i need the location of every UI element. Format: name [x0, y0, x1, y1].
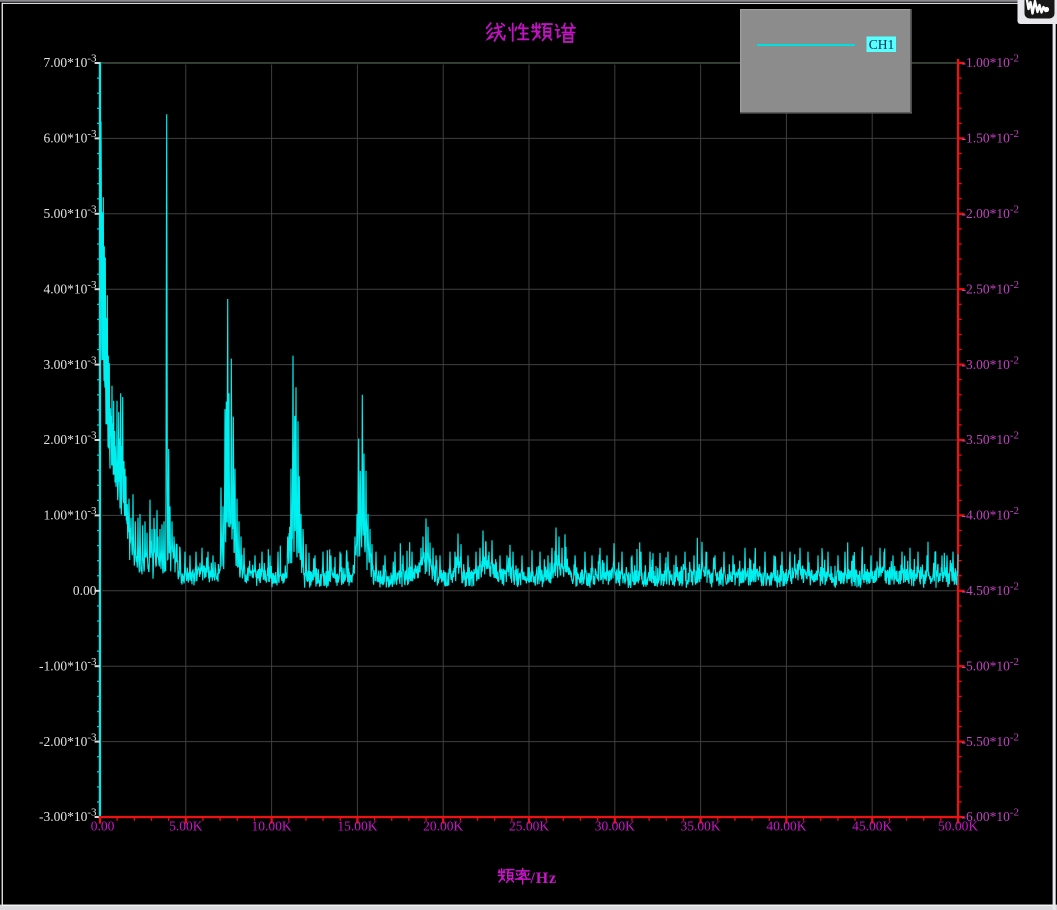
svg-text:0.00: 0.00 — [73, 583, 97, 598]
svg-text:5.00K: 5.00K — [169, 819, 203, 834]
svg-text:0.00: 0.00 — [91, 819, 115, 834]
svg-text:10.00K: 10.00K — [252, 819, 292, 834]
svg-text:CH1: CH1 — [869, 37, 895, 52]
svg-text:30.00K: 30.00K — [595, 819, 635, 834]
svg-text:20.00K: 20.00K — [423, 819, 463, 834]
svg-text:40.00K: 40.00K — [766, 819, 806, 834]
svg-text:/Hz: /Hz — [530, 870, 557, 887]
svg-text:45.00K: 45.00K — [852, 819, 892, 834]
svg-text:25.00K: 25.00K — [509, 819, 549, 834]
svg-text:50.00K: 50.00K — [938, 819, 978, 834]
svg-text:15.00K: 15.00K — [337, 819, 377, 834]
svg-text:35.00K: 35.00K — [681, 819, 721, 834]
